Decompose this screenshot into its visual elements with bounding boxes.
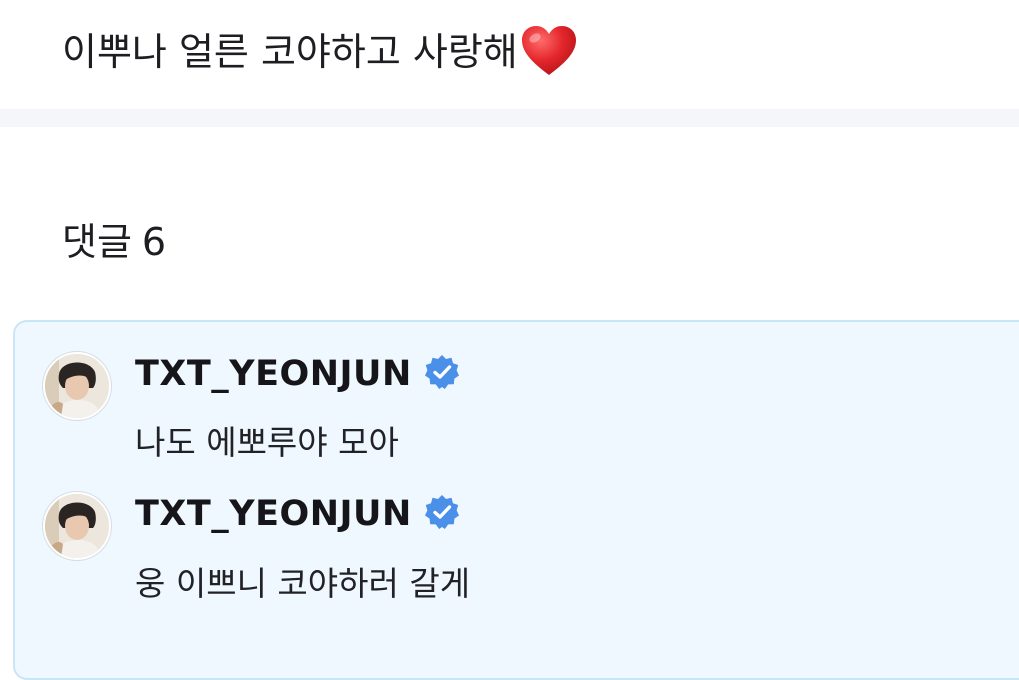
comment-count-heading: 댓글 6 bbox=[62, 214, 166, 270]
verified-badge-icon bbox=[424, 354, 460, 390]
author-row: TXT_YEONJUN bbox=[135, 492, 460, 536]
avatar[interactable] bbox=[43, 492, 111, 560]
comment-count: 6 bbox=[141, 220, 167, 264]
author-name[interactable]: TXT_YEONJUN bbox=[135, 354, 412, 394]
comment-text: 나도 에뽀루야 모아 bbox=[135, 423, 399, 462]
verified-badge-icon bbox=[424, 494, 460, 530]
post-text: 이뿌나 얼른 코야하고 사랑해 bbox=[62, 30, 518, 74]
comment-text: 웅 이쁘니 코야하러 갈게 bbox=[135, 564, 471, 603]
comment-label: 댓글 bbox=[62, 220, 132, 264]
author-name[interactable]: TXT_YEONJUN bbox=[135, 494, 412, 534]
comment-list: TXT_YEONJUN 나도 에뽀루야 모아 TXT_YEONJUN 웅 이쁘니… bbox=[13, 320, 1019, 680]
author-row: TXT_YEONJUN bbox=[135, 352, 460, 396]
heart-emoji-icon bbox=[520, 24, 578, 78]
post-text-row: 이뿌나 얼른 코야하고 사랑해 bbox=[62, 20, 578, 84]
avatar[interactable] bbox=[43, 352, 111, 420]
section-divider bbox=[0, 109, 1019, 127]
